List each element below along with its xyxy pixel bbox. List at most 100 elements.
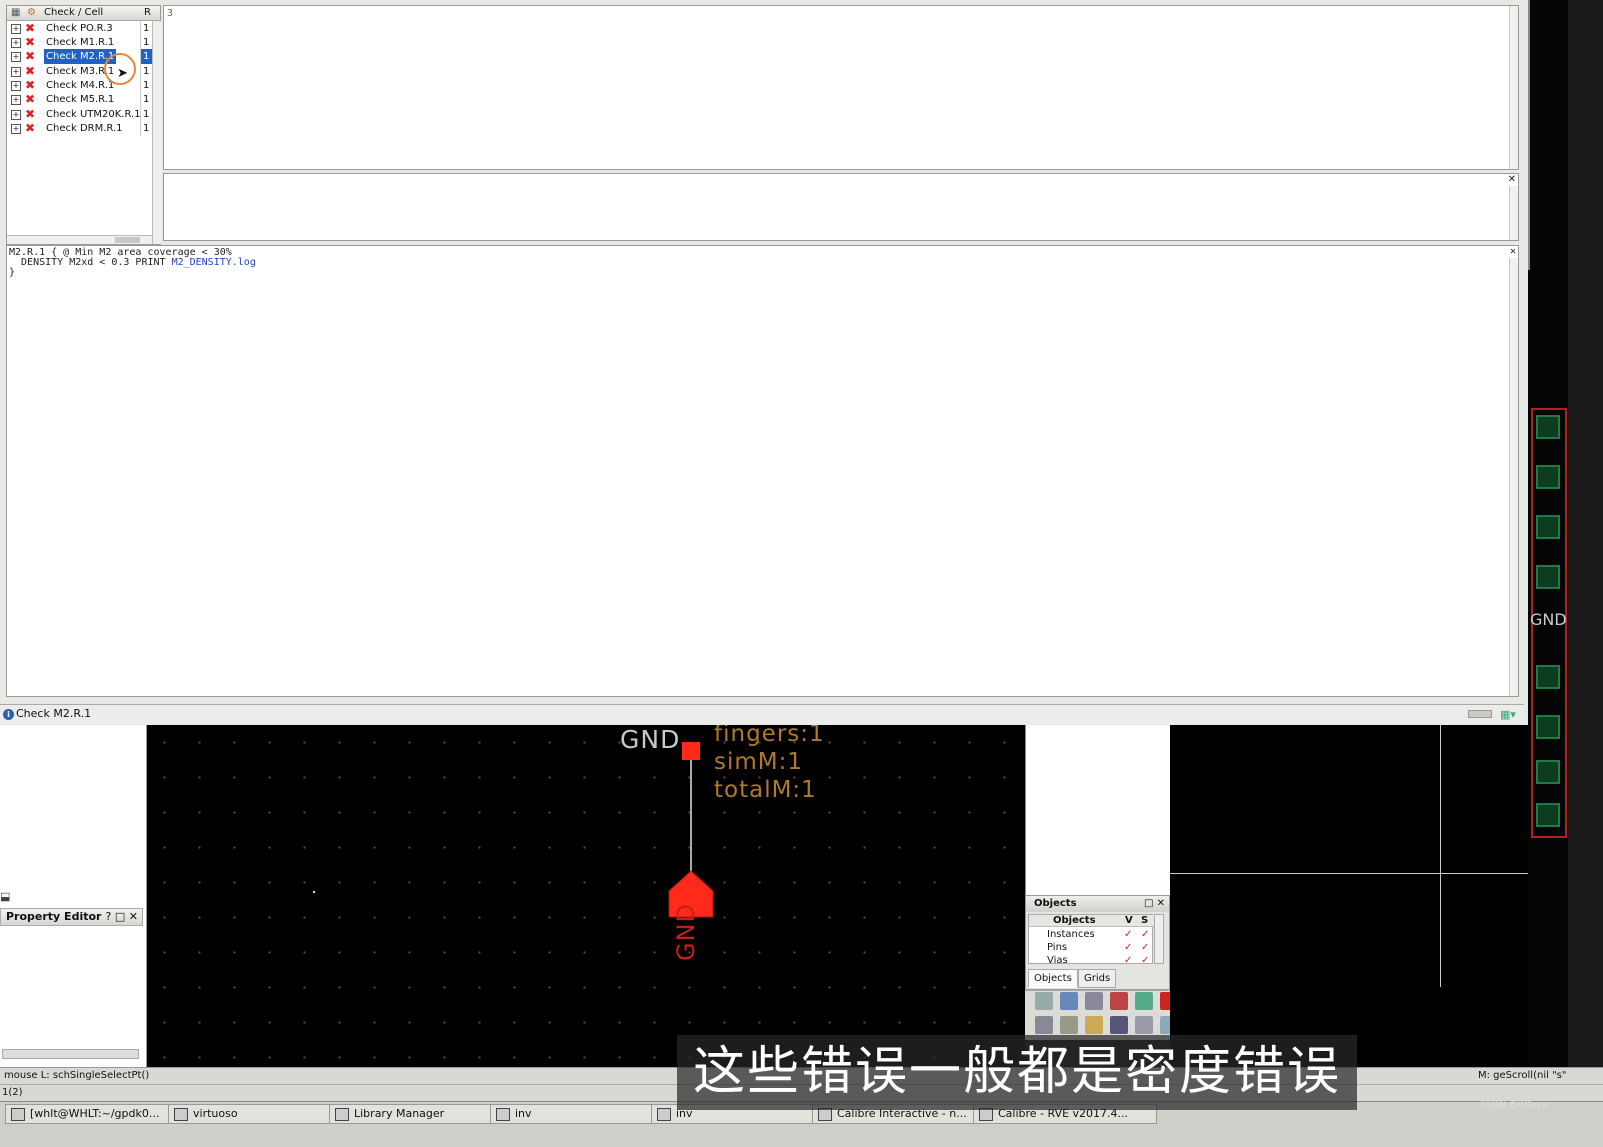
visible-column[interactable]: V (1125, 915, 1133, 926)
check-icon[interactable]: ✓ (1124, 928, 1132, 941)
layout-icon[interactable]: ▦▾ (1500, 706, 1516, 724)
r-column[interactable]: R (144, 7, 151, 18)
density-log-link[interactable]: M2_DENSITY.log (172, 257, 256, 268)
objects-tabs: Objects Grids (1028, 969, 1168, 988)
row-label: Pins (1047, 942, 1068, 953)
dock-anchor-icon: ⬓ (0, 890, 11, 903)
check-row[interactable]: + ✖ Check DRM.R.1 1 (7, 121, 154, 136)
rule-text-panel[interactable]: M2.R.1 { @ Min M2 area coverage < 30% DE… (6, 245, 1519, 697)
scroll-thumb[interactable] (115, 237, 140, 243)
property-editor-label: Property Editor (6, 910, 102, 923)
rve-status-bar: i Check M2.R.1 ▦▾ (0, 704, 1524, 724)
check-icon[interactable]: ✓ (1141, 954, 1149, 964)
check-row[interactable]: + ✖ Check M1.R.1 1 (7, 35, 154, 50)
instance-prop-totalm: totalM:1 (714, 777, 817, 803)
results-scrollbar[interactable] (1509, 6, 1518, 169)
objects-column[interactable]: Objects (1053, 915, 1096, 926)
tree-horizontal-scrollbar[interactable] (7, 235, 152, 244)
close-icon[interactable]: ✕ (1510, 246, 1516, 257)
tool-icon[interactable] (1035, 992, 1053, 1010)
expand-icon[interactable]: + (11, 67, 21, 77)
tool-icon[interactable] (1085, 1016, 1103, 1034)
tool-icon[interactable] (1135, 992, 1153, 1010)
taskbar-label: virtuoso (193, 1107, 238, 1120)
watermark: CSDN @WTaya (1480, 1100, 1547, 1110)
error-x-icon: ✖ (25, 49, 36, 63)
objects-row-pins[interactable]: Pins ✓ ✓ (1029, 941, 1154, 954)
taskbar-label: [whlt@WHLT:~/gpdk0... (30, 1107, 160, 1120)
property-editor-body[interactable] (0, 926, 143, 1054)
via-shape (1536, 565, 1560, 589)
mouse-status-left: mouse L: schSingleSelectPt() (4, 1070, 150, 1081)
objects-title-label: Objects (1034, 898, 1077, 909)
tree-vertical-scrollbar[interactable] (152, 21, 161, 244)
result-detail-panel[interactable]: ✕ (163, 173, 1519, 241)
wire[interactable] (690, 760, 692, 874)
check-icon[interactable]: ✓ (1124, 954, 1132, 964)
tree-header[interactable]: ▦ ⚙ Check / Cell R (7, 6, 160, 21)
via-shape (1536, 803, 1560, 827)
expand-icon[interactable]: + (11, 81, 21, 91)
instance-prop-simm: simM:1 (714, 749, 804, 775)
tool-icon[interactable] (1135, 1016, 1153, 1034)
layout-edge-view: GND (1528, 0, 1568, 1147)
expand-icon[interactable]: + (11, 52, 21, 62)
taskbar-item-terminal[interactable]: [whlt@WHLT:~/gpdk0... (5, 1104, 191, 1124)
expand-icon[interactable]: + (11, 38, 21, 48)
selectable-column[interactable]: S (1141, 915, 1148, 926)
pin-square[interactable] (682, 742, 700, 760)
tool-icon[interactable] (1085, 992, 1103, 1010)
detail-scrollbar[interactable] (1509, 186, 1518, 240)
check-icon[interactable]: ✓ (1141, 928, 1149, 941)
check-label: Check M4.R.1 (46, 80, 115, 91)
tab-objects[interactable]: Objects (1028, 969, 1078, 988)
objects-panel[interactable]: Objects □ ✕ Objects V S Instances ✓ ✓ Pin… (1025, 895, 1170, 990)
check-icon[interactable]: ✓ (1124, 941, 1132, 954)
check-label: Check M5.R.1 (46, 94, 115, 105)
check-icon[interactable]: ✓ (1141, 941, 1149, 954)
check-cell-icon: ⚙ (27, 7, 36, 18)
property-editor-scrollbar[interactable] (2, 1049, 139, 1059)
tool-icon[interactable] (1110, 992, 1128, 1010)
objects-table-header: Objects V S (1029, 915, 1154, 927)
expand-icon[interactable]: + (11, 110, 21, 120)
panel-controls-icon[interactable]: □ ✕ (1144, 896, 1165, 912)
check-cell-column[interactable]: Check / Cell (44, 7, 103, 18)
rule-line-3: } (9, 267, 16, 278)
taskbar-item-virtuoso[interactable]: virtuoso (168, 1104, 352, 1124)
expand-icon[interactable]: + (11, 95, 21, 105)
library-icon (335, 1108, 349, 1121)
check-row[interactable]: + ✖ Check UTM20K.R.1 1 (7, 107, 154, 122)
row-label: Instances (1047, 929, 1095, 940)
schematic-canvas[interactable]: GND fingers:1 simM:1 totalM:1 GND (147, 725, 1025, 1067)
close-icon[interactable]: ✕ (1508, 174, 1516, 185)
check-row[interactable]: + ✖ Check PO.R.3 1 (7, 21, 154, 36)
line-number: 1(2) (2, 1087, 23, 1098)
rule-scrollbar[interactable] (1509, 258, 1518, 696)
check-tree[interactable]: ▦ ⚙ Check / Cell R + ✖ Check PO.R.3 1 + … (6, 5, 161, 245)
origin-point (313, 891, 315, 893)
tab-grids[interactable]: Grids (1078, 969, 1117, 988)
tool-icon[interactable] (1060, 992, 1078, 1010)
objects-table[interactable]: Objects V S Instances ✓ ✓ Pins ✓ ✓ Vias ✓ ✓ (1028, 914, 1154, 964)
tool-icon[interactable] (1060, 1016, 1078, 1034)
tool-icon[interactable] (1035, 1016, 1053, 1034)
panel-controls-icon[interactable]: ? □ ✕ (106, 909, 138, 925)
tool-icon[interactable] (1110, 1016, 1128, 1034)
layout-view[interactable] (1170, 725, 1528, 1067)
taskbar-label: inv (515, 1107, 532, 1120)
objects-row-instances[interactable]: Instances ✓ ✓ (1029, 928, 1154, 941)
instance-prop-fingers: fingers:1 (714, 725, 825, 747)
taskbar-item-library-manager[interactable]: Library Manager (329, 1104, 513, 1124)
via-shape (1536, 760, 1560, 784)
objects-row-vias[interactable]: Vias ✓ ✓ (1029, 954, 1154, 964)
objects-scrollbar[interactable] (1154, 914, 1164, 964)
check-row[interactable]: + ✖ Check M4.R.1 1 (7, 78, 154, 93)
expand-icon[interactable]: + (11, 124, 21, 134)
via-shape (1536, 665, 1560, 689)
taskbar-label: Library Manager (354, 1107, 445, 1120)
taskbar-item-inv[interactable]: inv (490, 1104, 674, 1124)
results-list-panel[interactable]: 3 (163, 5, 1519, 170)
check-row[interactable]: + ✖ Check M5.R.1 1 (7, 92, 154, 107)
expand-icon[interactable]: + (11, 24, 21, 34)
